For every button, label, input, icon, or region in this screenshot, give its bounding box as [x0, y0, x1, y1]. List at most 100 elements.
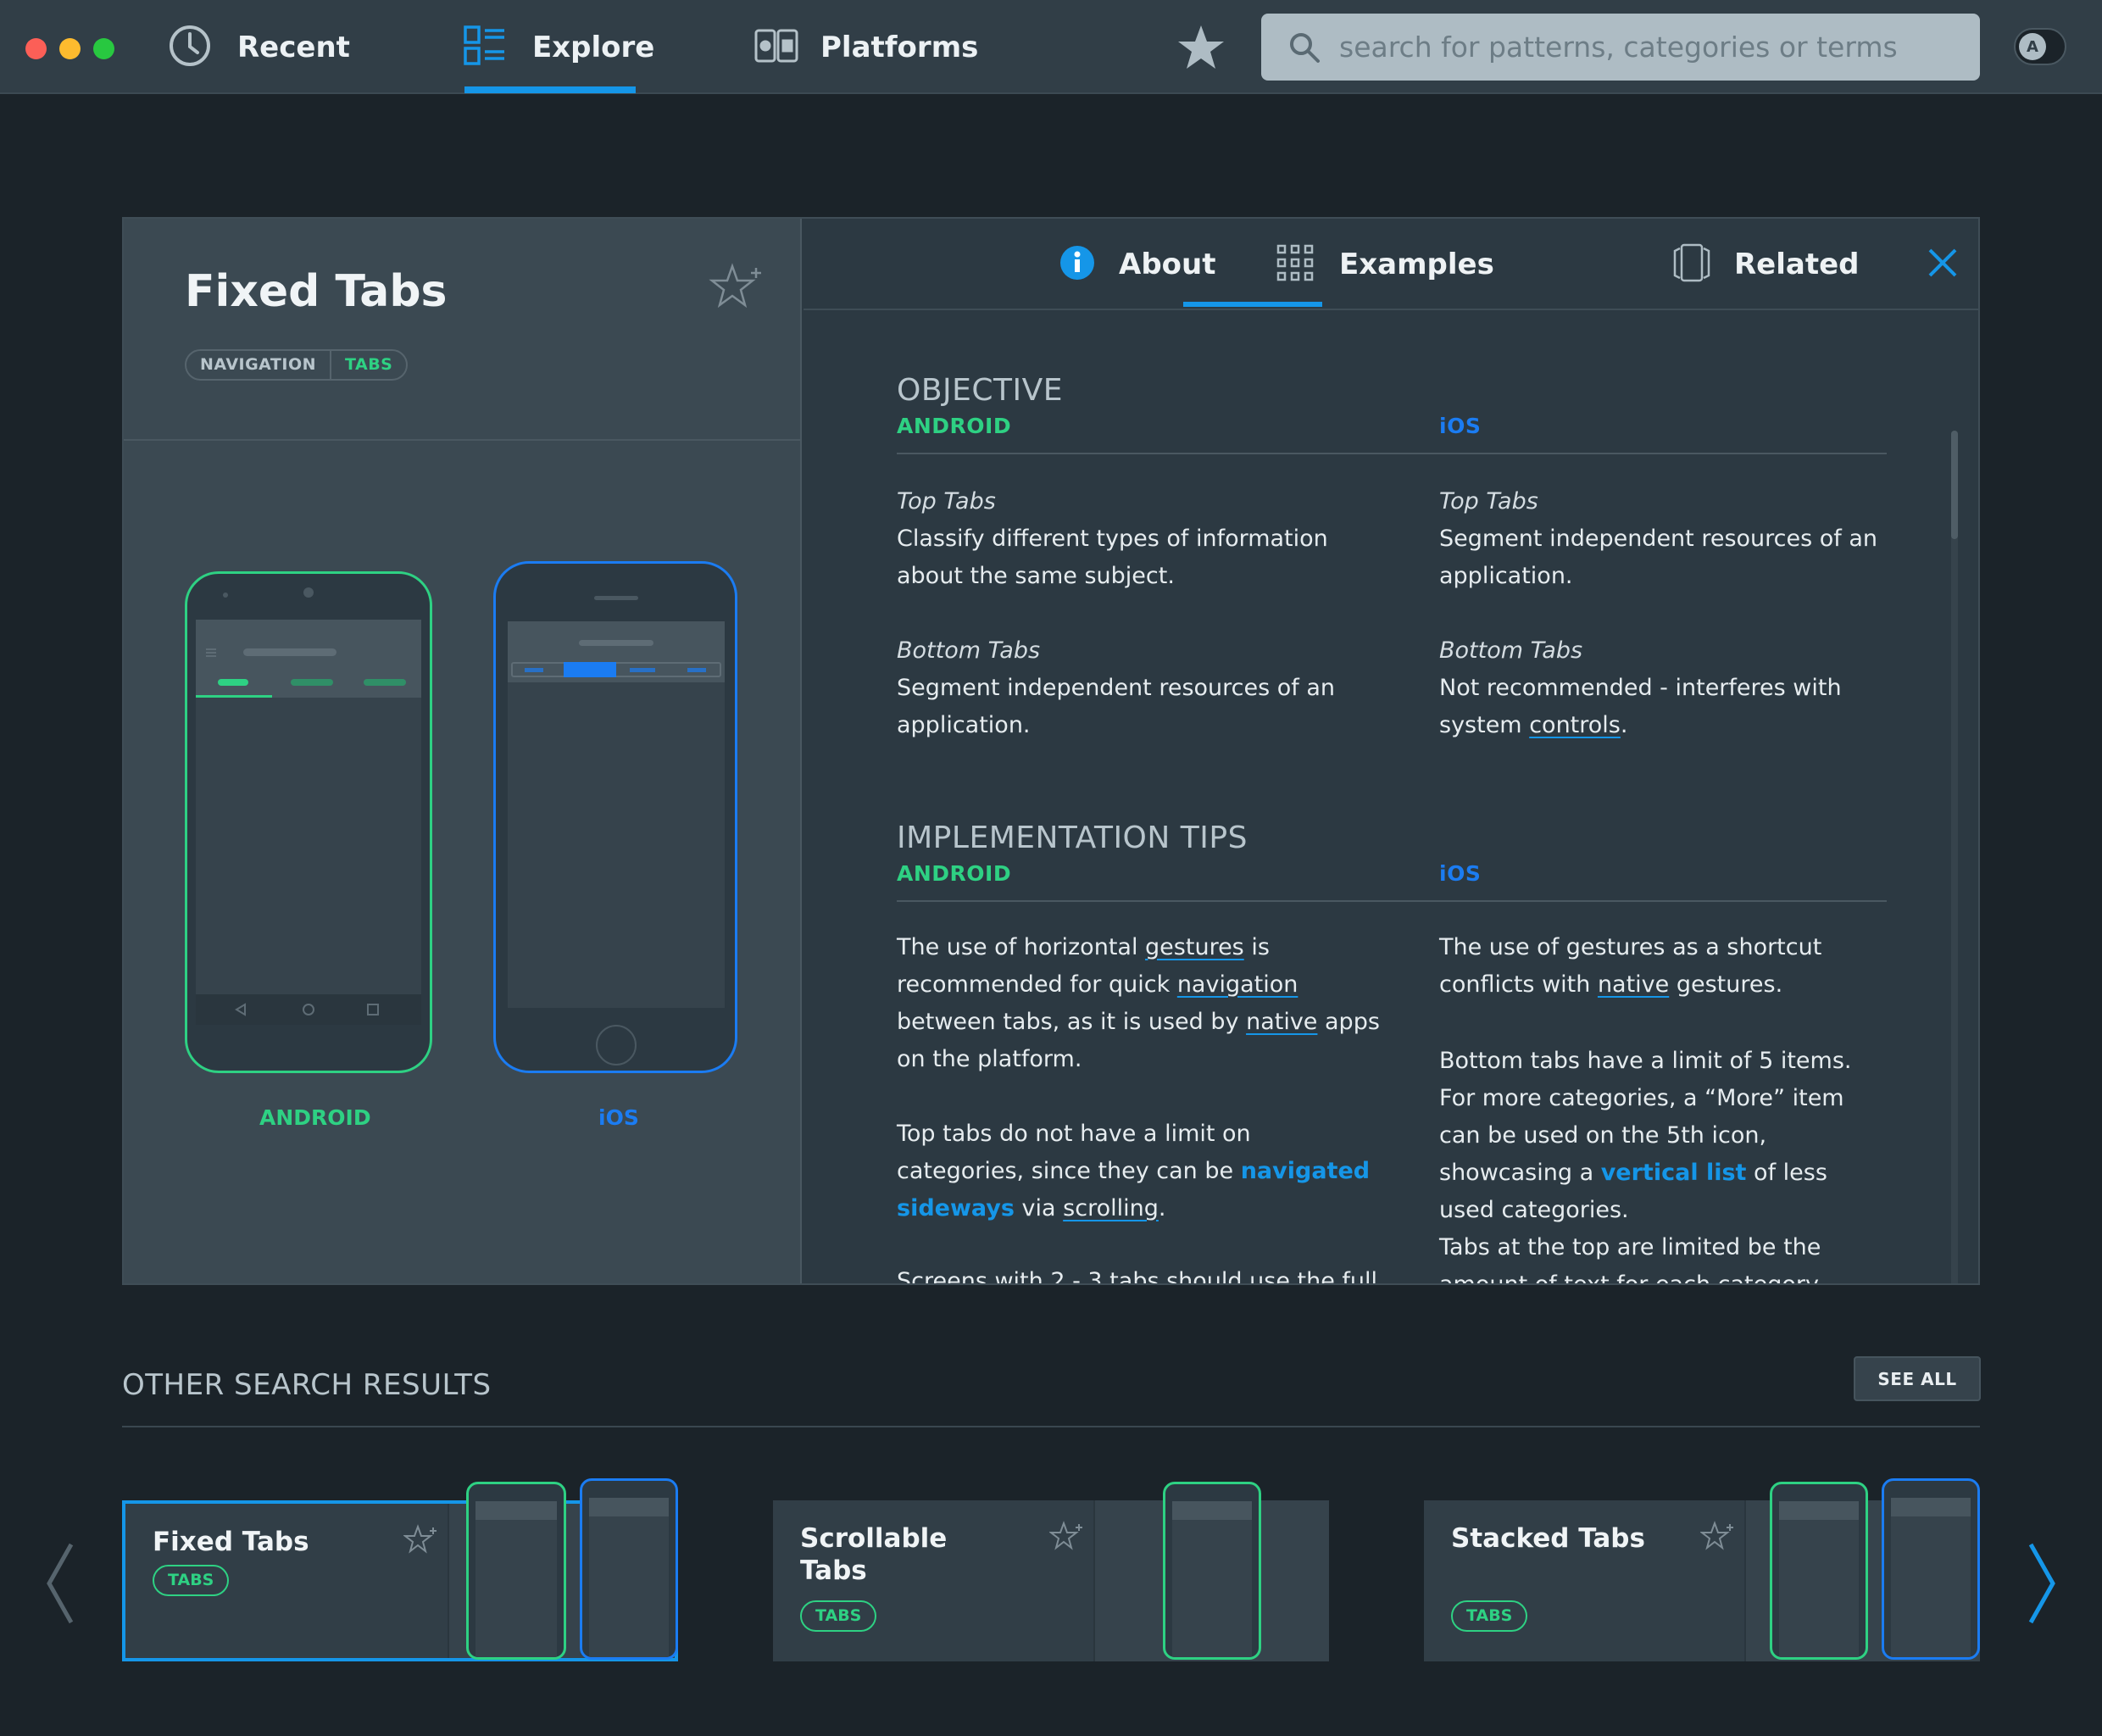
minimize-window-button[interactable]: [59, 38, 81, 59]
vertical-list-link[interactable]: vertical list: [1601, 1160, 1747, 1186]
favorite-add-star-icon[interactable]: [403, 1524, 437, 1560]
android-app-bar: [196, 620, 421, 698]
other-results-title: OTHER SEARCH RESULTS: [122, 1368, 492, 1402]
result-title: Stacked Tabs: [1451, 1523, 1645, 1554]
close-icon[interactable]: [1927, 248, 1958, 281]
text: The use of horizontal: [897, 934, 1146, 960]
speaker: [594, 596, 638, 600]
tips-ios-top-tabs: Tabs at the top are limited be the amoun…: [1439, 1234, 1823, 1283]
objective-ios-bottom-tabs: Bottom Tabs Not recommended - interferes…: [1439, 632, 1914, 744]
objective-android-bottom-tabs: Bottom Tabs Segment independent resource…: [897, 632, 1371, 744]
camera: [303, 587, 314, 598]
ios-screen: [508, 621, 725, 1008]
grid-icon: [1276, 244, 1314, 285]
pattern-title: Fixed Tabs: [185, 266, 448, 317]
nav-active-indicator: [464, 86, 636, 93]
tips-android-screens: Screens with 2 - 3 tabs should use the f…: [897, 1268, 1378, 1283]
ios-thumbnail: [1882, 1478, 1980, 1660]
favorite-add-star-icon[interactable]: [709, 261, 765, 317]
nav-platforms[interactable]: Platforms: [754, 0, 978, 94]
favorite-add-star-icon[interactable]: [1699, 1521, 1734, 1556]
search-bar[interactable]: [1261, 14, 1980, 81]
text: gestures.: [1669, 971, 1783, 998]
about-content: OBJECTIVE ANDROID iOS Top Tabs Classify …: [804, 312, 1978, 1283]
glossary-link[interactable]: native: [1598, 971, 1669, 998]
tips-android-label: ANDROID: [897, 861, 1012, 886]
tab-examples-label: Examples: [1339, 248, 1494, 281]
android-thumbnail: [1770, 1482, 1868, 1660]
tab-related[interactable]: Related: [1673, 219, 1860, 310]
speaker: [223, 593, 228, 598]
result-tag: TABS: [1451, 1600, 1528, 1632]
tag-navigation[interactable]: NAVIGATION: [186, 351, 331, 379]
ios-label: iOS: [598, 1105, 639, 1130]
tab-examples[interactable]: Examples: [1276, 219, 1494, 310]
search-input[interactable]: [1337, 30, 1965, 64]
tab-about-label: About: [1119, 248, 1216, 281]
search-icon: [1288, 31, 1321, 64]
platforms-icon: [754, 24, 798, 71]
result-title: Scrollable Tabs: [800, 1523, 948, 1586]
glossary-link[interactable]: controls: [1529, 712, 1621, 738]
nav-recent-label: Recent: [237, 30, 350, 64]
glossary-link[interactable]: gestures: [1145, 934, 1244, 960]
scrollbar-thumb[interactable]: [1951, 431, 1958, 539]
ios-phone-mockup[interactable]: [493, 561, 737, 1073]
glossary-link[interactable]: navigation: [1177, 971, 1298, 998]
content-scrollbar[interactable]: [1951, 431, 1958, 1283]
result-tag: TABS: [153, 1565, 230, 1596]
divider: [897, 900, 1887, 902]
account-toggle[interactable]: A: [2014, 28, 2066, 65]
nav-explore[interactable]: Explore: [463, 0, 654, 94]
objective-title: OBJECTIVE: [897, 373, 1064, 408]
objective-android-label: ANDROID: [897, 414, 1012, 438]
body: Not recommended - interferes with system: [1439, 675, 1842, 738]
see-all-button[interactable]: SEE ALL: [1854, 1356, 1981, 1401]
avatar: A: [2019, 33, 2046, 60]
body: Segment independent resources of an appl…: [897, 675, 1336, 738]
implementation-tips-title: IMPLEMENTATION TIPS: [897, 821, 1248, 855]
thumbnail-screen: [475, 1501, 557, 1657]
close-window-button[interactable]: [25, 38, 47, 59]
result-card-info: Scrollable Tabs TABS: [773, 1500, 1095, 1661]
divider: [122, 1426, 1980, 1427]
glossary-link[interactable]: scrolling: [1063, 1195, 1159, 1221]
nav-recent[interactable]: Recent: [168, 0, 350, 94]
maximize-window-button[interactable]: [93, 38, 114, 59]
text: Top tabs do not have a limit on categori…: [897, 1121, 1251, 1184]
body: Classify different types of information …: [897, 526, 1328, 589]
tips-ios-gestures: The use of gestures as a shortcut confli…: [1439, 929, 1880, 1004]
pattern-detail-card: Fixed Tabs NAVIGATION TABS ANDROID iOS A…: [122, 217, 1980, 1285]
thumbnail-screen: [1172, 1501, 1252, 1657]
favorite-add-star-icon[interactable]: [1048, 1521, 1083, 1556]
favorites-star-icon[interactable]: [1176, 24, 1226, 75]
result-card-info: Fixed Tabs TABS: [125, 1504, 449, 1658]
tag-tabs[interactable]: TABS: [331, 351, 406, 379]
nav-platforms-label: Platforms: [820, 30, 979, 64]
android-thumbnail: [466, 1482, 566, 1660]
heading: Top Tabs: [897, 488, 996, 515]
heading: Top Tabs: [1439, 488, 1538, 515]
tips-ios-bottom-tabs: Bottom tabs have a limit of 5 items. For…: [1439, 1043, 1880, 1229]
tips-ios-label: iOS: [1439, 861, 1482, 886]
thumbnail-screen: [589, 1498, 669, 1657]
text: between tabs, as it is used by: [897, 1009, 1247, 1035]
info-icon: [1059, 245, 1095, 284]
tab-about[interactable]: About: [1059, 219, 1215, 310]
android-screen: [196, 620, 421, 1025]
chevron-left-icon[interactable]: [46, 1543, 75, 1628]
ios-thumbnail: [580, 1478, 678, 1660]
thumbnail-screen: [1891, 1498, 1971, 1657]
tab-related-label: Related: [1734, 248, 1860, 281]
heading: Bottom Tabs: [897, 637, 1041, 664]
nav-explore-label: Explore: [532, 30, 655, 64]
result-title: Fixed Tabs: [153, 1527, 309, 1557]
result-card-info: Stacked Tabs TABS: [1424, 1500, 1746, 1661]
chevron-right-icon[interactable]: [2027, 1543, 2056, 1628]
text: .: [1158, 1195, 1166, 1221]
body: Segment independent resources of an appl…: [1439, 526, 1878, 589]
android-phone-mockup[interactable]: [185, 571, 432, 1073]
text: via: [1014, 1195, 1064, 1221]
top-bar: Recent Explore Platforms A: [0, 0, 2102, 94]
glossary-link[interactable]: native: [1246, 1009, 1317, 1035]
